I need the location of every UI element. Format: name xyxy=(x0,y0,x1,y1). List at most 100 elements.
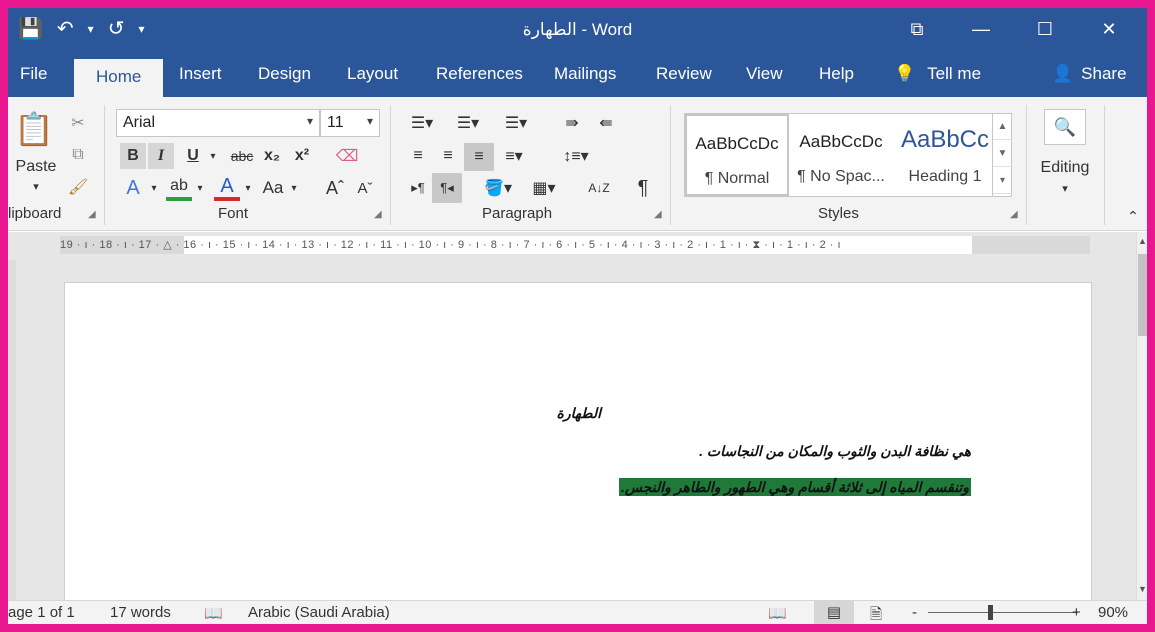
justify-icon[interactable]: ≡▾ xyxy=(496,143,532,169)
undo-dropdown-icon[interactable]: ▾ xyxy=(88,22,94,36)
zoom-out-button[interactable]: - xyxy=(912,604,917,621)
collapse-ribbon-icon[interactable]: ⌃ xyxy=(1124,207,1142,225)
increase-indent-icon[interactable]: ⇚ xyxy=(592,111,620,135)
align-center-icon[interactable]: ≡ xyxy=(434,143,462,169)
read-mode-icon[interactable]: 📖 xyxy=(768,604,787,622)
align-right-icon[interactable]: ≡ xyxy=(464,143,494,171)
show-formatting-marks-icon[interactable]: ¶ xyxy=(630,175,656,201)
tab-mailings[interactable]: Mailings xyxy=(554,64,616,84)
web-layout-icon[interactable]: 🗎 xyxy=(870,604,882,624)
bullets-icon[interactable]: ☰▾ xyxy=(404,111,440,135)
close-icon[interactable]: ✕ xyxy=(1077,14,1141,44)
line-spacing-icon[interactable]: ↕≡▾ xyxy=(556,143,596,169)
tab-file[interactable]: File xyxy=(20,64,47,84)
zoom-slider-track[interactable] xyxy=(928,612,1078,613)
ribbon-display-options-icon[interactable]: ⧉ xyxy=(885,14,949,44)
style-heading-1[interactable]: AaBbCc Heading 1 xyxy=(893,114,997,196)
underline-button[interactable]: U xyxy=(180,143,206,169)
print-layout-icon[interactable]: ▤ xyxy=(814,601,854,624)
word-count[interactable]: 17 words xyxy=(110,604,171,621)
paste-button[interactable]: Paste xyxy=(14,157,58,177)
multilevel-list-icon[interactable]: ☰▾ xyxy=(496,111,536,135)
change-case-dropdown-icon[interactable]: ▾ xyxy=(288,175,300,201)
highlighted-text[interactable]: وتنقسم المياه إلى ثلاثة أقسام وهي الطهور… xyxy=(618,478,971,496)
rtl-direction-icon[interactable]: ¶◂ xyxy=(432,173,462,203)
maximize-icon[interactable]: ☐ xyxy=(1013,14,1077,44)
tab-insert[interactable]: Insert xyxy=(179,64,222,84)
clipboard-icon[interactable]: 📋 xyxy=(14,109,54,149)
highlight-dropdown-icon[interactable]: ▾ xyxy=(194,175,206,201)
scroll-up-icon[interactable]: ▲ xyxy=(1137,236,1147,246)
share-button[interactable]: 👤 Share xyxy=(1052,64,1127,84)
document-title[interactable]: الطهارة xyxy=(557,405,601,422)
zoom-level[interactable]: 90% xyxy=(1098,604,1128,621)
search-icon[interactable]: 🔍 xyxy=(1044,109,1086,145)
scroll-down-icon[interactable]: ▼ xyxy=(1137,584,1147,594)
subscript-button[interactable]: x₂ xyxy=(260,143,284,169)
format-painter-icon[interactable]: 🖌 xyxy=(66,175,90,199)
numbering-icon[interactable]: ☰▾ xyxy=(450,111,486,135)
ltr-direction-icon[interactable]: ▸¶ xyxy=(404,175,432,201)
styles-scroll-up-icon[interactable]: ▲ xyxy=(993,113,1012,140)
tab-home[interactable]: Home xyxy=(74,59,164,97)
page-count[interactable]: age 1 of 1 xyxy=(8,604,75,621)
change-case-button[interactable]: Aa xyxy=(258,175,288,201)
text-effects-button[interactable]: A xyxy=(120,175,146,201)
document-paragraph-1[interactable]: هي نظافة البدن والثوب والمكان من النجاسا… xyxy=(699,443,971,460)
superscript-button[interactable]: x² xyxy=(290,143,314,169)
sort-icon[interactable]: A↓Z xyxy=(586,175,612,201)
minimize-icon[interactable]: — xyxy=(949,14,1013,44)
align-left-icon[interactable]: ≡ xyxy=(404,143,432,169)
italic-button[interactable]: I xyxy=(148,143,174,169)
highlight-button[interactable]: ab xyxy=(166,175,192,201)
clipboard-launcher-icon[interactable]: ◢ xyxy=(88,209,96,220)
styles-launcher-icon[interactable]: ◢ xyxy=(1010,209,1018,220)
style-name: ¶ Normal xyxy=(704,170,770,187)
zoom-slider-thumb[interactable] xyxy=(988,605,993,620)
grow-font-button[interactable]: Aˆ xyxy=(322,175,348,201)
paragraph-launcher-icon[interactable]: ◢ xyxy=(654,209,662,220)
vertical-scrollbar[interactable]: ▲ ▼ xyxy=(1136,232,1147,600)
scrollbar-thumb[interactable] xyxy=(1138,254,1147,336)
tab-references[interactable]: References xyxy=(436,64,523,84)
clear-formatting-icon[interactable]: ⌫ xyxy=(334,143,360,169)
styles-more-icon[interactable]: ▾ xyxy=(993,167,1012,194)
tab-layout[interactable]: Layout xyxy=(347,64,398,84)
cut-icon[interactable]: ✂ xyxy=(66,111,90,135)
font-name-select[interactable]: Arial ▾ xyxy=(116,109,320,137)
tab-help[interactable]: Help xyxy=(819,64,854,84)
language-indicator[interactable]: Arabic (Saudi Arabia) xyxy=(248,604,390,621)
redo-icon[interactable]: ↺ xyxy=(108,16,125,41)
zoom-in-button[interactable]: + xyxy=(1072,604,1081,621)
shrink-font-button[interactable]: Aˇ xyxy=(352,175,378,201)
copy-icon[interactable]: ⧉ xyxy=(66,143,90,167)
strikethrough-button[interactable]: abc xyxy=(226,143,258,169)
tell-me-box[interactable]: 💡 Tell me xyxy=(894,64,981,84)
tab-review[interactable]: Review xyxy=(656,64,712,84)
font-launcher-icon[interactable]: ◢ xyxy=(374,209,382,220)
editing-dropdown-icon[interactable]: ▾ xyxy=(1056,181,1074,195)
borders-icon[interactable]: ▦▾ xyxy=(524,175,564,201)
customize-qat-icon[interactable]: ▾ xyxy=(138,22,144,36)
paste-dropdown-icon[interactable]: ▾ xyxy=(26,179,46,193)
tab-view[interactable]: View xyxy=(746,64,783,84)
horizontal-ruler[interactable]: 19 · ı · 18 · ı · 17 · △ · 16 · ı · 15 ·… xyxy=(8,232,1136,260)
shading-icon[interactable]: 🪣▾ xyxy=(478,175,518,201)
bold-button[interactable]: B xyxy=(120,143,146,169)
text-effects-dropdown-icon[interactable]: ▾ xyxy=(148,175,160,201)
editing-button[interactable]: Editing xyxy=(1032,157,1098,179)
proofing-icon[interactable]: 📖 xyxy=(204,604,223,622)
font-size-select[interactable]: 11 ▾ xyxy=(320,109,380,137)
document-paragraph-2[interactable]: وتنقسم المياه إلى ثلاثة أقسام وهي الطهور… xyxy=(618,478,971,496)
save-icon[interactable]: 💾 xyxy=(18,16,43,41)
undo-icon[interactable]: ↶ xyxy=(57,16,74,41)
style-normal[interactable]: AaBbCcDc ¶ Normal xyxy=(685,114,789,196)
tab-design[interactable]: Design xyxy=(258,64,311,84)
underline-dropdown-icon[interactable]: ▾ xyxy=(206,143,220,169)
document-page[interactable]: الطهارة هي نظافة البدن والثوب والمكان من… xyxy=(64,282,1092,612)
style-no-spacing[interactable]: AaBbCcDc ¶ No Spac... xyxy=(789,114,893,196)
font-color-button[interactable]: A xyxy=(214,175,240,201)
decrease-indent-icon[interactable]: ⇛ xyxy=(558,111,586,135)
font-color-dropdown-icon[interactable]: ▾ xyxy=(242,175,254,201)
styles-scroll-down-icon[interactable]: ▼ xyxy=(993,140,1012,167)
